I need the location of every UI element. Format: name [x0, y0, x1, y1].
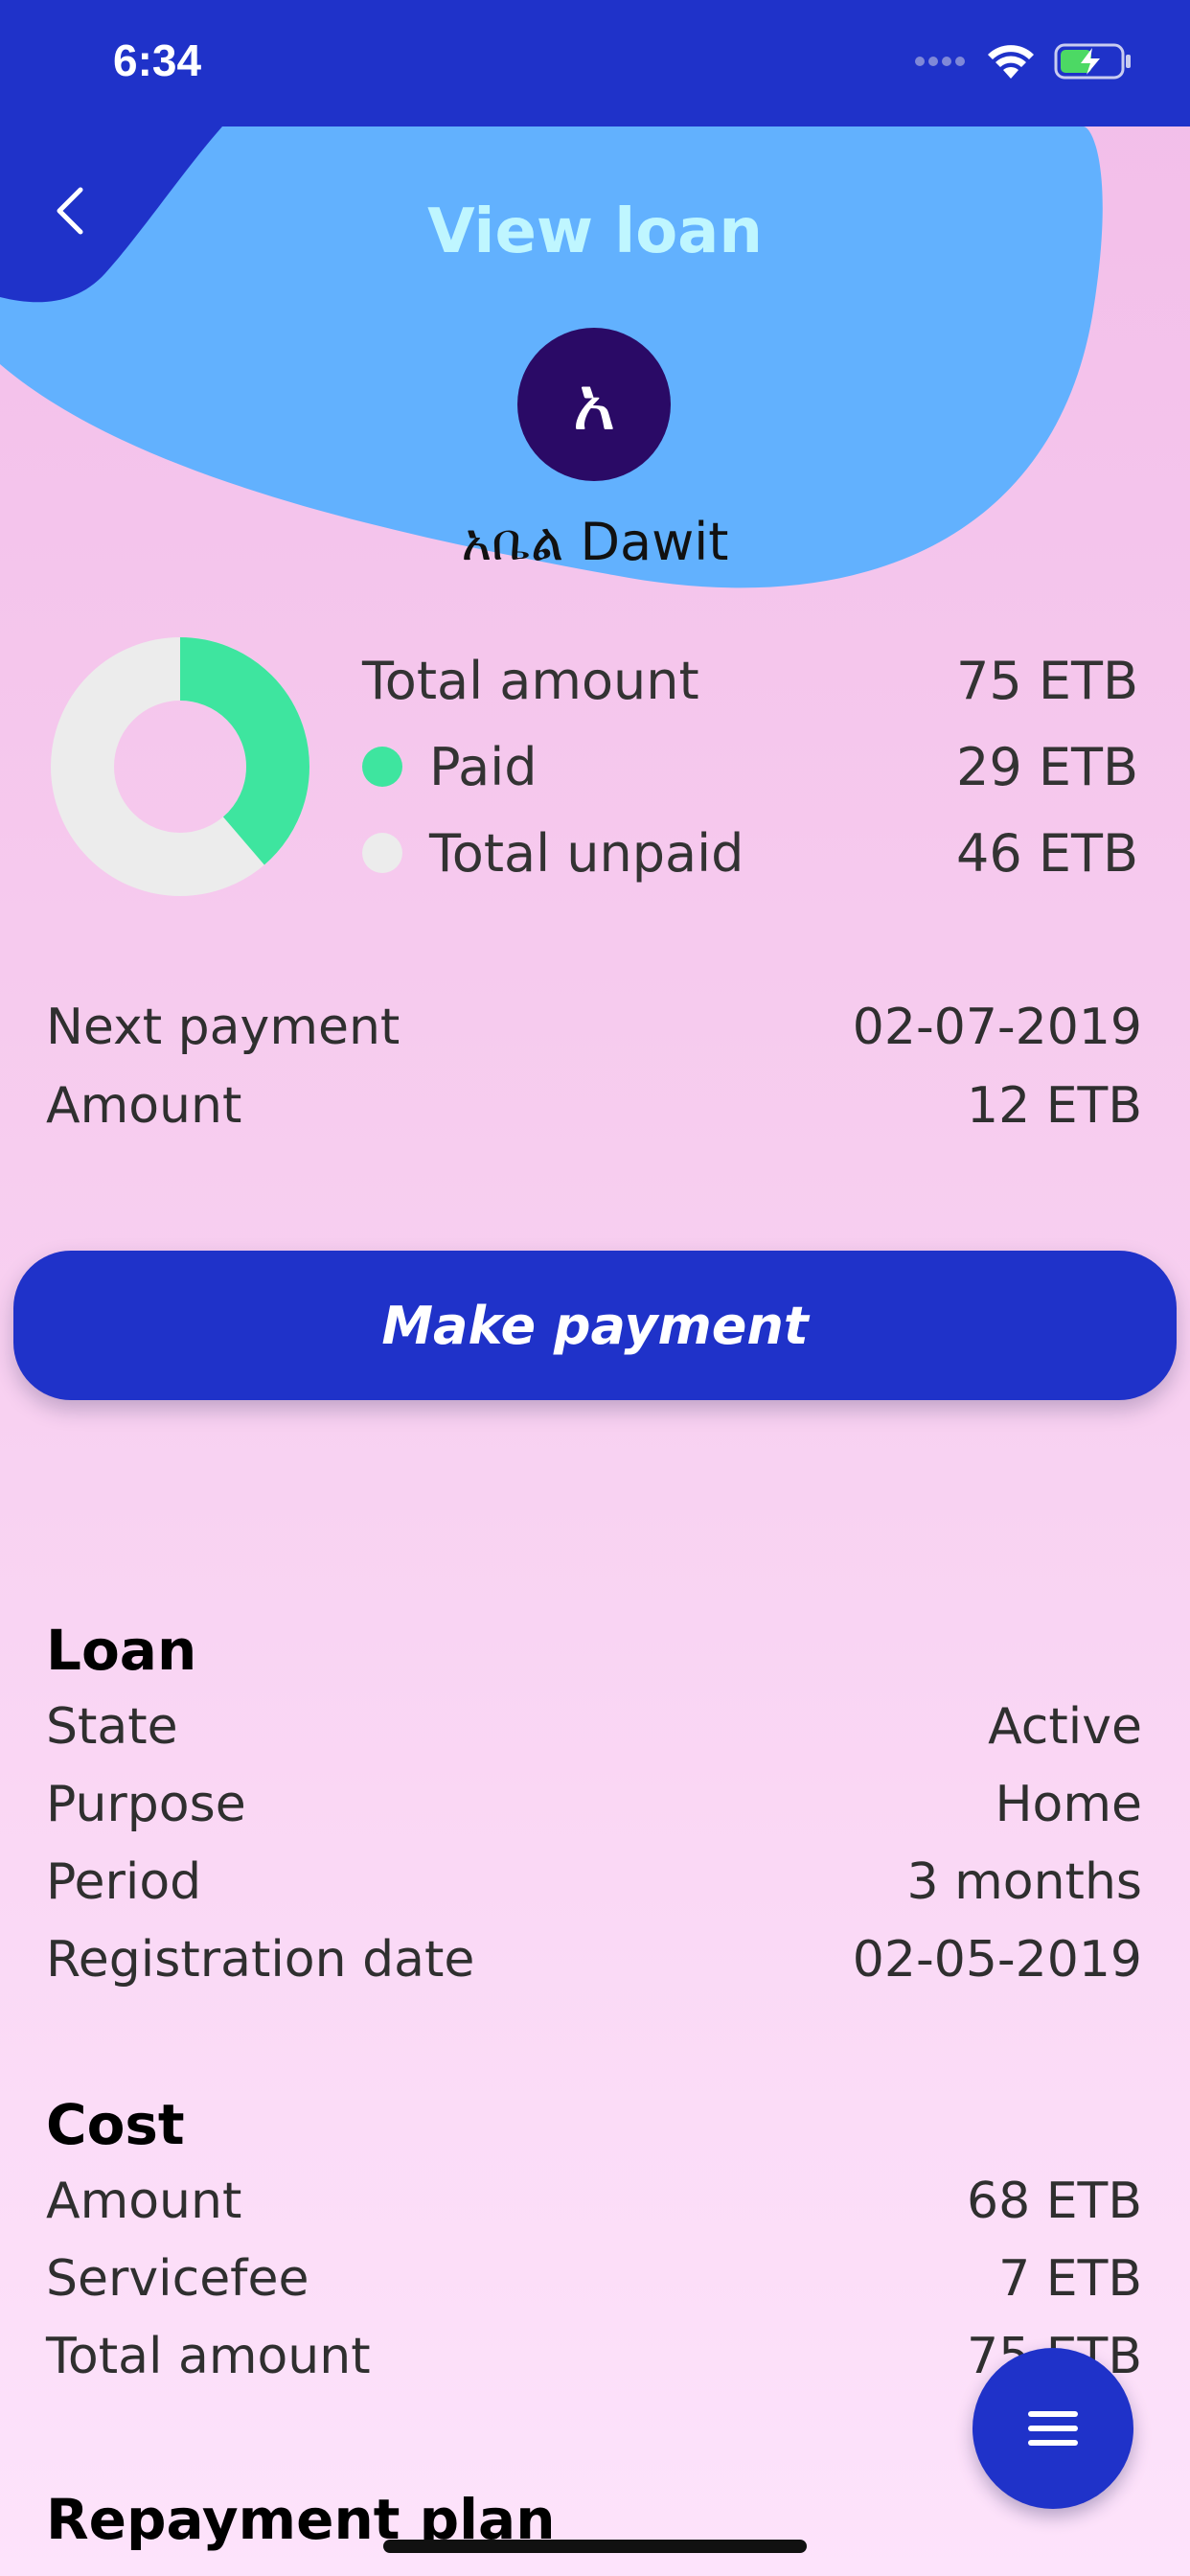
menu-icon — [1028, 2411, 1078, 2446]
summary-paid-label: Paid — [429, 736, 538, 797]
status-time: 6:34 — [113, 35, 202, 85]
loan-row-label: Purpose — [46, 1776, 246, 1833]
user-name: አቤል Dawit — [461, 512, 729, 572]
summary-total-row: Total amount 75 ETB — [362, 637, 1138, 724]
loan-row-value: 3 months — [906, 1853, 1142, 1911]
make-payment-button[interactable]: Make payment — [13, 1251, 1177, 1400]
loan-summary: Total amount 75 ETB Paid 29 ETB Total un… — [362, 637, 1138, 896]
cost-row: Servicefee 7 ETB — [46, 2250, 1142, 2308]
battery-charging-icon — [1054, 43, 1131, 80]
loan-row-label: Registration date — [46, 1931, 475, 1989]
next-payment-label: Next payment — [46, 999, 400, 1056]
next-amount-value: 12 ETB — [967, 1077, 1142, 1135]
loan-donut-chart — [51, 637, 309, 896]
summary-paid-row: Paid 29 ETB — [362, 724, 1138, 810]
page-title: View loan — [427, 196, 763, 267]
cost-row-label: Total amount — [46, 2328, 371, 2385]
avatar-letter: አ — [572, 360, 616, 448]
summary-total-value: 75 ETB — [955, 650, 1138, 711]
menu-button[interactable] — [973, 2348, 1133, 2509]
loan-row: Period 3 months — [46, 1853, 1142, 1911]
loan-row: Purpose Home — [46, 1776, 1142, 1833]
cost-row-label: Amount — [46, 2173, 242, 2230]
loan-row-label: Period — [46, 1853, 202, 1911]
next-amount-label: Amount — [46, 1077, 242, 1135]
status-bar: 6:34 — [0, 0, 1190, 126]
wifi-icon — [988, 45, 1034, 79]
signal-icon — [915, 57, 965, 66]
cost-row: Total amount 75 ETB — [46, 2328, 1142, 2385]
cost-section-title: Cost — [46, 2092, 185, 2157]
loan-row-value: 02-05-2019 — [852, 1931, 1142, 1989]
loan-row-value: Home — [995, 1776, 1142, 1833]
summary-total-label: Total amount — [362, 650, 699, 711]
next-payment-date: 02-07-2019 — [852, 999, 1142, 1056]
status-icons — [914, 42, 1133, 80]
loan-section-title: Loan — [46, 1618, 197, 1683]
cost-row-value: 68 ETB — [967, 2173, 1142, 2230]
cost-row-label: Servicefee — [46, 2250, 309, 2308]
cost-row-value: 7 ETB — [998, 2250, 1142, 2308]
loan-row-label: State — [46, 1698, 178, 1756]
next-amount-row: Amount 12 ETB — [46, 1077, 1142, 1135]
next-payment-row: Next payment 02-07-2019 — [46, 999, 1142, 1056]
avatar: አ — [517, 328, 671, 481]
home-indicator — [383, 2540, 807, 2553]
unpaid-legend-dot — [362, 833, 402, 873]
loan-row: State Active — [46, 1698, 1142, 1756]
paid-legend-dot — [362, 747, 402, 787]
summary-paid-value: 29 ETB — [955, 736, 1138, 797]
summary-unpaid-row: Total unpaid 46 ETB — [362, 810, 1138, 896]
loan-row: Registration date 02-05-2019 — [46, 1931, 1142, 1989]
summary-unpaid-label: Total unpaid — [429, 822, 744, 884]
summary-unpaid-value: 46 ETB — [955, 822, 1138, 884]
make-payment-label: Make payment — [381, 1295, 809, 1356]
loan-row-value: Active — [988, 1698, 1142, 1756]
cost-row: Amount 68 ETB — [46, 2173, 1142, 2230]
